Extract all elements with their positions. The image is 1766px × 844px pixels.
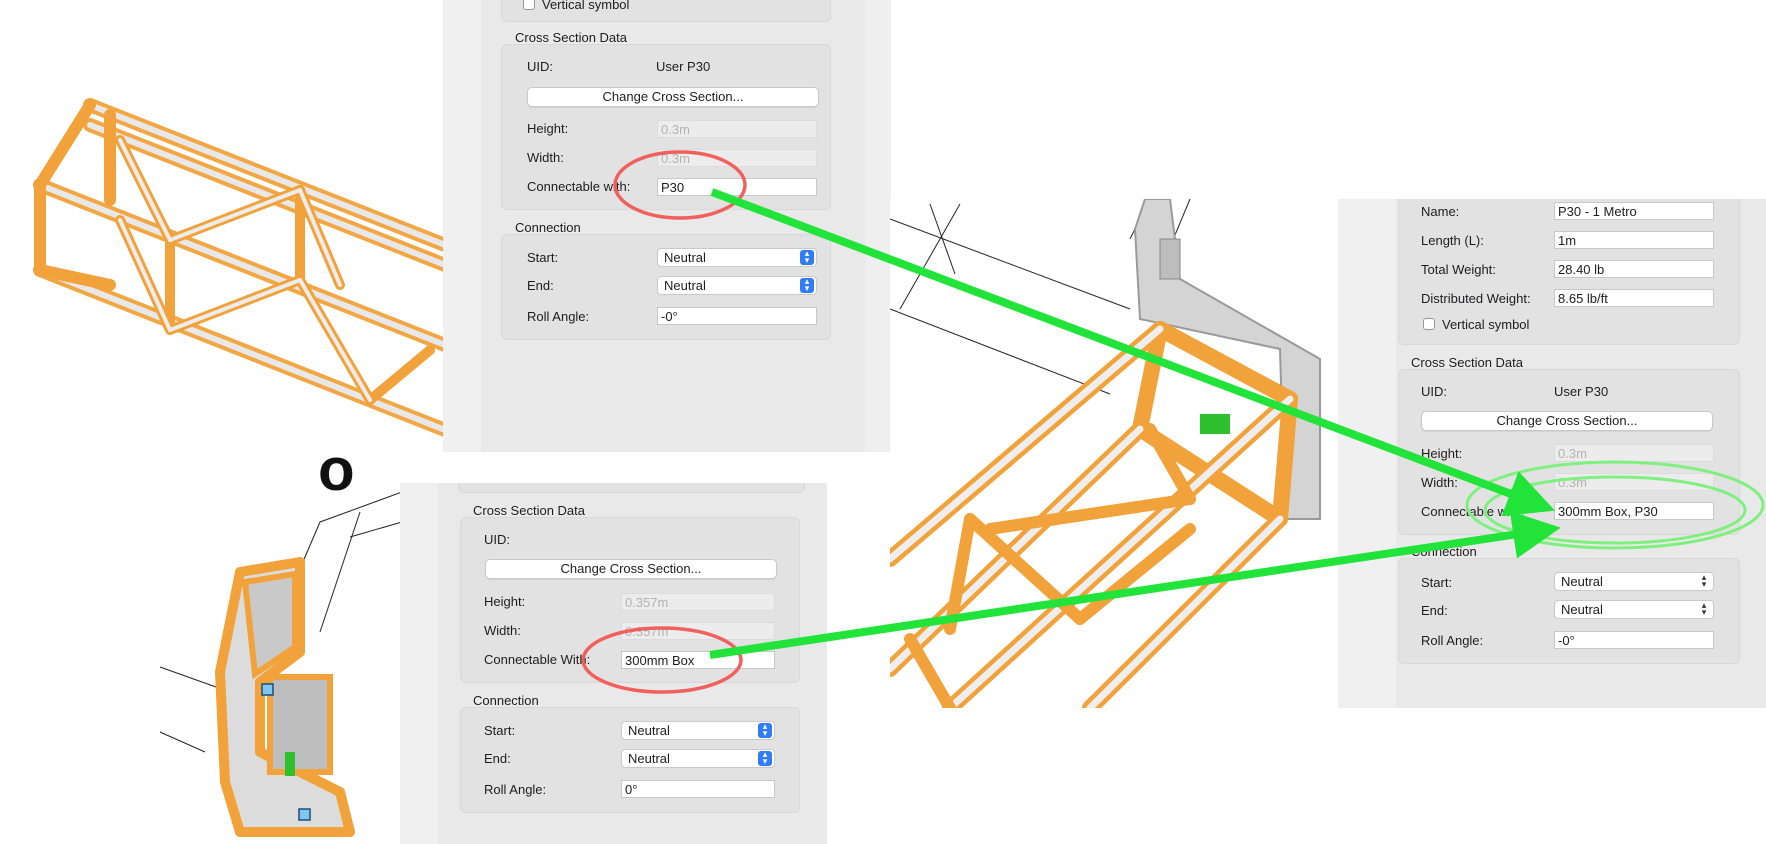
start-label: Start: bbox=[484, 723, 516, 738]
uid-value: User P30 bbox=[656, 59, 711, 74]
start-select[interactable]: Neutral ▴ ▾ bbox=[621, 721, 775, 740]
name-label: Name: bbox=[1421, 204, 1460, 219]
connection-title: Connection bbox=[515, 220, 581, 235]
inspector-panel-top: Vertical symbol Cross Section Data UID: … bbox=[443, 0, 891, 452]
vertical-symbol-label: Vertical symbol bbox=[1442, 317, 1530, 332]
start-select-value: Neutral bbox=[664, 250, 706, 265]
corner-block-drawing bbox=[159, 491, 402, 837]
start-select[interactable]: Neutral ▴ ▾ bbox=[657, 248, 817, 267]
cross-section-title: Cross Section Data bbox=[515, 30, 627, 45]
end-select[interactable]: Neutral ▴ ▾ bbox=[621, 749, 775, 768]
cross-section-title: Cross Section Data bbox=[1411, 355, 1523, 370]
end-select-value: Neutral bbox=[664, 278, 706, 293]
connectable-with-label: Connectable With: bbox=[484, 652, 591, 667]
general-group: Vertical symbol bbox=[501, 0, 831, 22]
partial-glyph-artifact: o bbox=[318, 436, 355, 503]
start-label: Start: bbox=[527, 250, 559, 265]
start-select-value: Neutral bbox=[628, 723, 670, 738]
distributed-weight-label: Distributed Weight: bbox=[1421, 291, 1531, 306]
cross-section-group: UID: Change Cross Section... Height: 0.3… bbox=[460, 517, 800, 683]
height-field: 0.3m bbox=[657, 120, 817, 138]
up-down-arrows-icon: ▴ ▾ bbox=[1701, 600, 1707, 617]
uid-label: UID: bbox=[484, 532, 510, 547]
height-label: Height: bbox=[527, 121, 569, 136]
inspector-panel-right: Name: P30 - 1 Metro Length (L): 1m Total… bbox=[1338, 199, 1766, 708]
start-label: Start: bbox=[1421, 575, 1453, 590]
width-field: 0.3m bbox=[657, 149, 817, 167]
roll-angle-field[interactable]: 0° bbox=[621, 780, 775, 798]
truss-segment-drawing bbox=[33, 98, 445, 437]
uid-label: UID: bbox=[527, 59, 553, 74]
length-field[interactable]: 1m bbox=[1554, 231, 1714, 249]
change-cross-section-button[interactable]: Change Cross Section... bbox=[485, 559, 777, 579]
total-weight-label: Total Weight: bbox=[1421, 262, 1496, 277]
end-label: End: bbox=[484, 751, 511, 766]
distributed-weight-field[interactable]: 8.65 lb/ft bbox=[1554, 289, 1714, 307]
height-field: 0.357m bbox=[621, 593, 775, 611]
roll-angle-label: Roll Angle: bbox=[527, 309, 590, 324]
up-down-arrows-icon: ▴ ▾ bbox=[1701, 572, 1707, 589]
connectable-with-field[interactable]: 300mm Box, P30 bbox=[1554, 502, 1714, 520]
top-group-edge bbox=[458, 483, 805, 493]
connectable-with-field[interactable]: 300mm Box bbox=[621, 651, 775, 669]
connection-group: Start: Neutral ▴ ▾ End: Neutral ▴ ▾ Roll A… bbox=[1398, 558, 1740, 664]
end-label: End: bbox=[1421, 603, 1448, 618]
viewport-right-joint[interactable] bbox=[890, 199, 1338, 708]
general-group: Name: P30 - 1 Metro Length (L): 1m Total… bbox=[1398, 199, 1740, 345]
width-label: Width: bbox=[527, 150, 564, 165]
vertical-symbol-checkbox[interactable] bbox=[523, 0, 535, 10]
connectable-with-label: Connectable with: bbox=[1421, 504, 1525, 519]
roll-angle-field[interactable]: -0° bbox=[1554, 631, 1714, 649]
end-select[interactable]: Neutral ▴ ▾ bbox=[1554, 600, 1714, 619]
width-label: Width: bbox=[484, 623, 521, 638]
change-cross-section-button[interactable]: Change Cross Section... bbox=[527, 87, 819, 107]
height-label: Height: bbox=[484, 594, 526, 609]
connection-title: Connection bbox=[1411, 544, 1477, 559]
start-select[interactable]: Neutral ▴ ▾ bbox=[1554, 572, 1714, 591]
connection-group: Start: Neutral ▴ ▾ End: Neutral ▴ ▾ Roll A… bbox=[460, 707, 800, 813]
height-label: Height: bbox=[1421, 446, 1463, 461]
width-field: 0.3m bbox=[1554, 473, 1714, 491]
up-down-arrows-icon: ▴ ▾ bbox=[800, 249, 814, 265]
end-select-value: Neutral bbox=[628, 751, 670, 766]
connection-group: Start: Neutral ▴ ▾ End: Neutral ▴ ▾ Roll A… bbox=[501, 234, 831, 340]
viewport-top-left-truss[interactable] bbox=[0, 0, 445, 452]
roll-angle-label: Roll Angle: bbox=[1421, 633, 1484, 648]
viewport-bottom-left-corner[interactable] bbox=[0, 452, 402, 844]
roll-angle-field[interactable]: -0° bbox=[657, 307, 817, 325]
height-field: 0.3m bbox=[1554, 444, 1714, 462]
width-label: Width: bbox=[1421, 475, 1458, 490]
vertical-symbol-label: Vertical symbol bbox=[542, 0, 630, 12]
connectable-with-field[interactable]: P30 bbox=[657, 178, 817, 196]
length-label: Length (L): bbox=[1421, 233, 1484, 248]
roll-angle-label: Roll Angle: bbox=[484, 782, 547, 797]
uid-value: User P30 bbox=[1554, 384, 1609, 399]
cross-section-group: UID: User P30 Change Cross Section... He… bbox=[501, 44, 831, 210]
inspector-panel-bottom: Cross Section Data UID: Change Cross Sec… bbox=[400, 483, 827, 844]
change-cross-section-button[interactable]: Change Cross Section... bbox=[1421, 411, 1713, 431]
end-label: End: bbox=[527, 278, 554, 293]
end-select-value: Neutral bbox=[1561, 602, 1603, 617]
cross-section-group: UID: User P30 Change Cross Section... He… bbox=[1398, 369, 1740, 535]
connectable-with-label: Connectable with: bbox=[527, 179, 631, 194]
end-select[interactable]: Neutral ▴ ▾ bbox=[657, 276, 817, 295]
connection-title: Connection bbox=[473, 693, 539, 708]
vertical-symbol-checkbox[interactable] bbox=[1423, 318, 1435, 330]
up-down-arrows-icon: ▴ ▾ bbox=[800, 277, 814, 293]
cross-section-title: Cross Section Data bbox=[473, 503, 585, 518]
width-field: 0.357m bbox=[621, 622, 775, 640]
up-down-arrows-icon: ▴ ▾ bbox=[758, 750, 772, 766]
total-weight-field[interactable]: 28.40 lb bbox=[1554, 260, 1714, 278]
up-down-arrows-icon: ▴ ▾ bbox=[758, 722, 772, 738]
name-field[interactable]: P30 - 1 Metro bbox=[1554, 202, 1714, 220]
start-select-value: Neutral bbox=[1561, 574, 1603, 589]
uid-label: UID: bbox=[1421, 384, 1447, 399]
